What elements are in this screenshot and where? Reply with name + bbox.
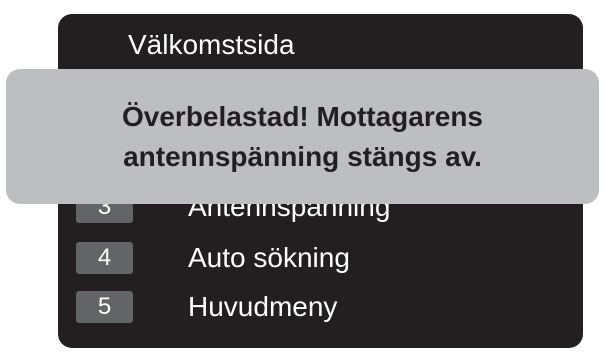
menu-item-label: Huvudmeny [188,291,338,322]
menu-item-auto-sokning[interactable]: 4 Auto sökning [76,241,556,275]
page-title: Välkomstsida [128,29,295,60]
overload-warning-popup: Överbelastad! Mottagarens antennspänning… [6,69,599,204]
menu-item-label: Auto sökning [188,242,350,273]
menu-item-huvudmeny[interactable]: 5 Huvudmeny [76,290,556,324]
warning-message-line-2: antennspänning stängs av. [123,140,482,172]
menu-item-number: 5 [76,291,133,323]
menu-item-number: 4 [76,242,133,274]
warning-message-line-1: Överbelastad! Mottagarens [122,100,483,132]
